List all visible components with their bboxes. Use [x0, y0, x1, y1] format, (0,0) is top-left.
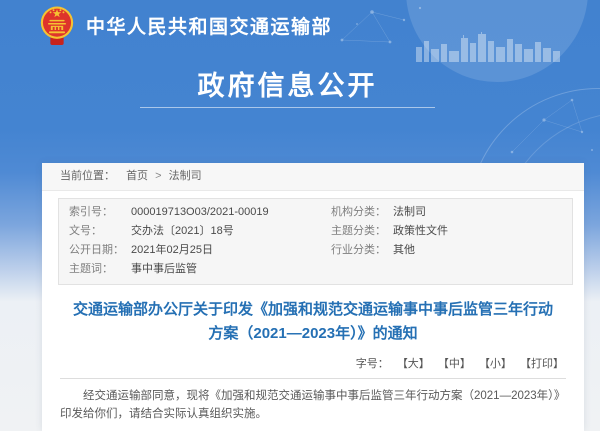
meta-row-keywords: 主题词： 事中事后监管	[59, 260, 321, 279]
meta-row-index-number: 索引号： 000019713O03/2021-00019	[59, 203, 321, 222]
page: 中华人民共和国交通运输部 政府信息公开 当前位置： 首页 > 法制司 索引号： …	[0, 0, 600, 431]
meta-value: 法制司	[393, 206, 426, 218]
site-title[interactable]: 中华人民共和国交通运输部	[86, 12, 332, 39]
breadcrumb-current: 法制司	[168, 170, 202, 182]
meta-column-left: 索引号： 000019713O03/2021-00019 文号： 交办法〔202…	[59, 203, 321, 279]
meta-label: 公开日期：	[69, 244, 124, 256]
meta-value: 事中事后监管	[131, 263, 197, 275]
meta-value: 000019713O03/2021-00019	[131, 206, 269, 218]
national-emblem-icon	[40, 6, 74, 45]
page-banner-title: 政府信息公开	[197, 71, 378, 101]
meta-label: 机构分类：	[331, 206, 386, 218]
meta-row-publish-date: 公开日期： 2021年02月25日	[59, 241, 321, 260]
meta-label: 主题词：	[69, 263, 113, 275]
breadcrumb: 当前位置： 首页 > 法制司	[42, 163, 584, 191]
print-button[interactable]: 【打印】	[520, 358, 564, 370]
document-meta-table: 索引号： 000019713O03/2021-00019 文号： 交办法〔202…	[58, 198, 573, 285]
fontsize-large-button[interactable]: 【大】	[397, 358, 430, 370]
article-title: 交通运输部办公厅关于印发《加强和规范交通运输事中事后监管三年行动方案（2021—…	[72, 301, 553, 342]
breadcrumb-label: 当前位置：	[60, 170, 115, 182]
banner-underline	[140, 107, 435, 108]
meta-value: 政策性文件	[393, 225, 448, 237]
meta-value: 2021年02月25日	[131, 244, 213, 256]
meta-row-topic-category: 主题分类： 政策性文件	[321, 222, 572, 241]
network-dots-decoration	[340, 6, 422, 44]
meta-row-org-category: 机构分类： 法制司	[321, 203, 572, 222]
breadcrumb-home-link[interactable]: 首页	[126, 170, 148, 182]
header-banner: 中华人民共和国交通运输部 政府信息公开	[0, 0, 600, 163]
title-divider	[60, 378, 566, 379]
meta-value: 其他	[393, 244, 415, 256]
city-skyline-decoration	[416, 32, 560, 62]
network-dots-decoration	[510, 98, 593, 154]
meta-value: 交办法〔2021〕18号	[131, 225, 234, 237]
fontsize-label: 字号：	[355, 358, 389, 370]
content-panel: 当前位置： 首页 > 法制司 索引号： 000019713O03/2021-00…	[42, 163, 584, 431]
fontsize-small-button[interactable]: 【小】	[479, 358, 512, 370]
meta-label: 文号：	[69, 225, 102, 237]
meta-label: 主题分类：	[331, 225, 386, 237]
fontsize-medium-button[interactable]: 【中】	[438, 358, 471, 370]
meta-row-industry-category: 行业分类： 其他	[321, 241, 572, 260]
article-body: 经交通运输部同意，现将《加强和规范交通运输事中事后监管三年行动方案（2021—2…	[60, 390, 566, 420]
meta-label: 索引号：	[69, 206, 113, 218]
meta-row-doc-number: 文号： 交办法〔2021〕18号	[59, 222, 321, 241]
fontsize-controls: 字号： 【大】 【中】 【小】 【打印】	[62, 355, 564, 371]
meta-label: 行业分类：	[331, 244, 386, 256]
breadcrumb-separator: >	[155, 170, 162, 182]
meta-column-right: 机构分类： 法制司 主题分类： 政策性文件 行业分类： 其他	[321, 203, 572, 279]
